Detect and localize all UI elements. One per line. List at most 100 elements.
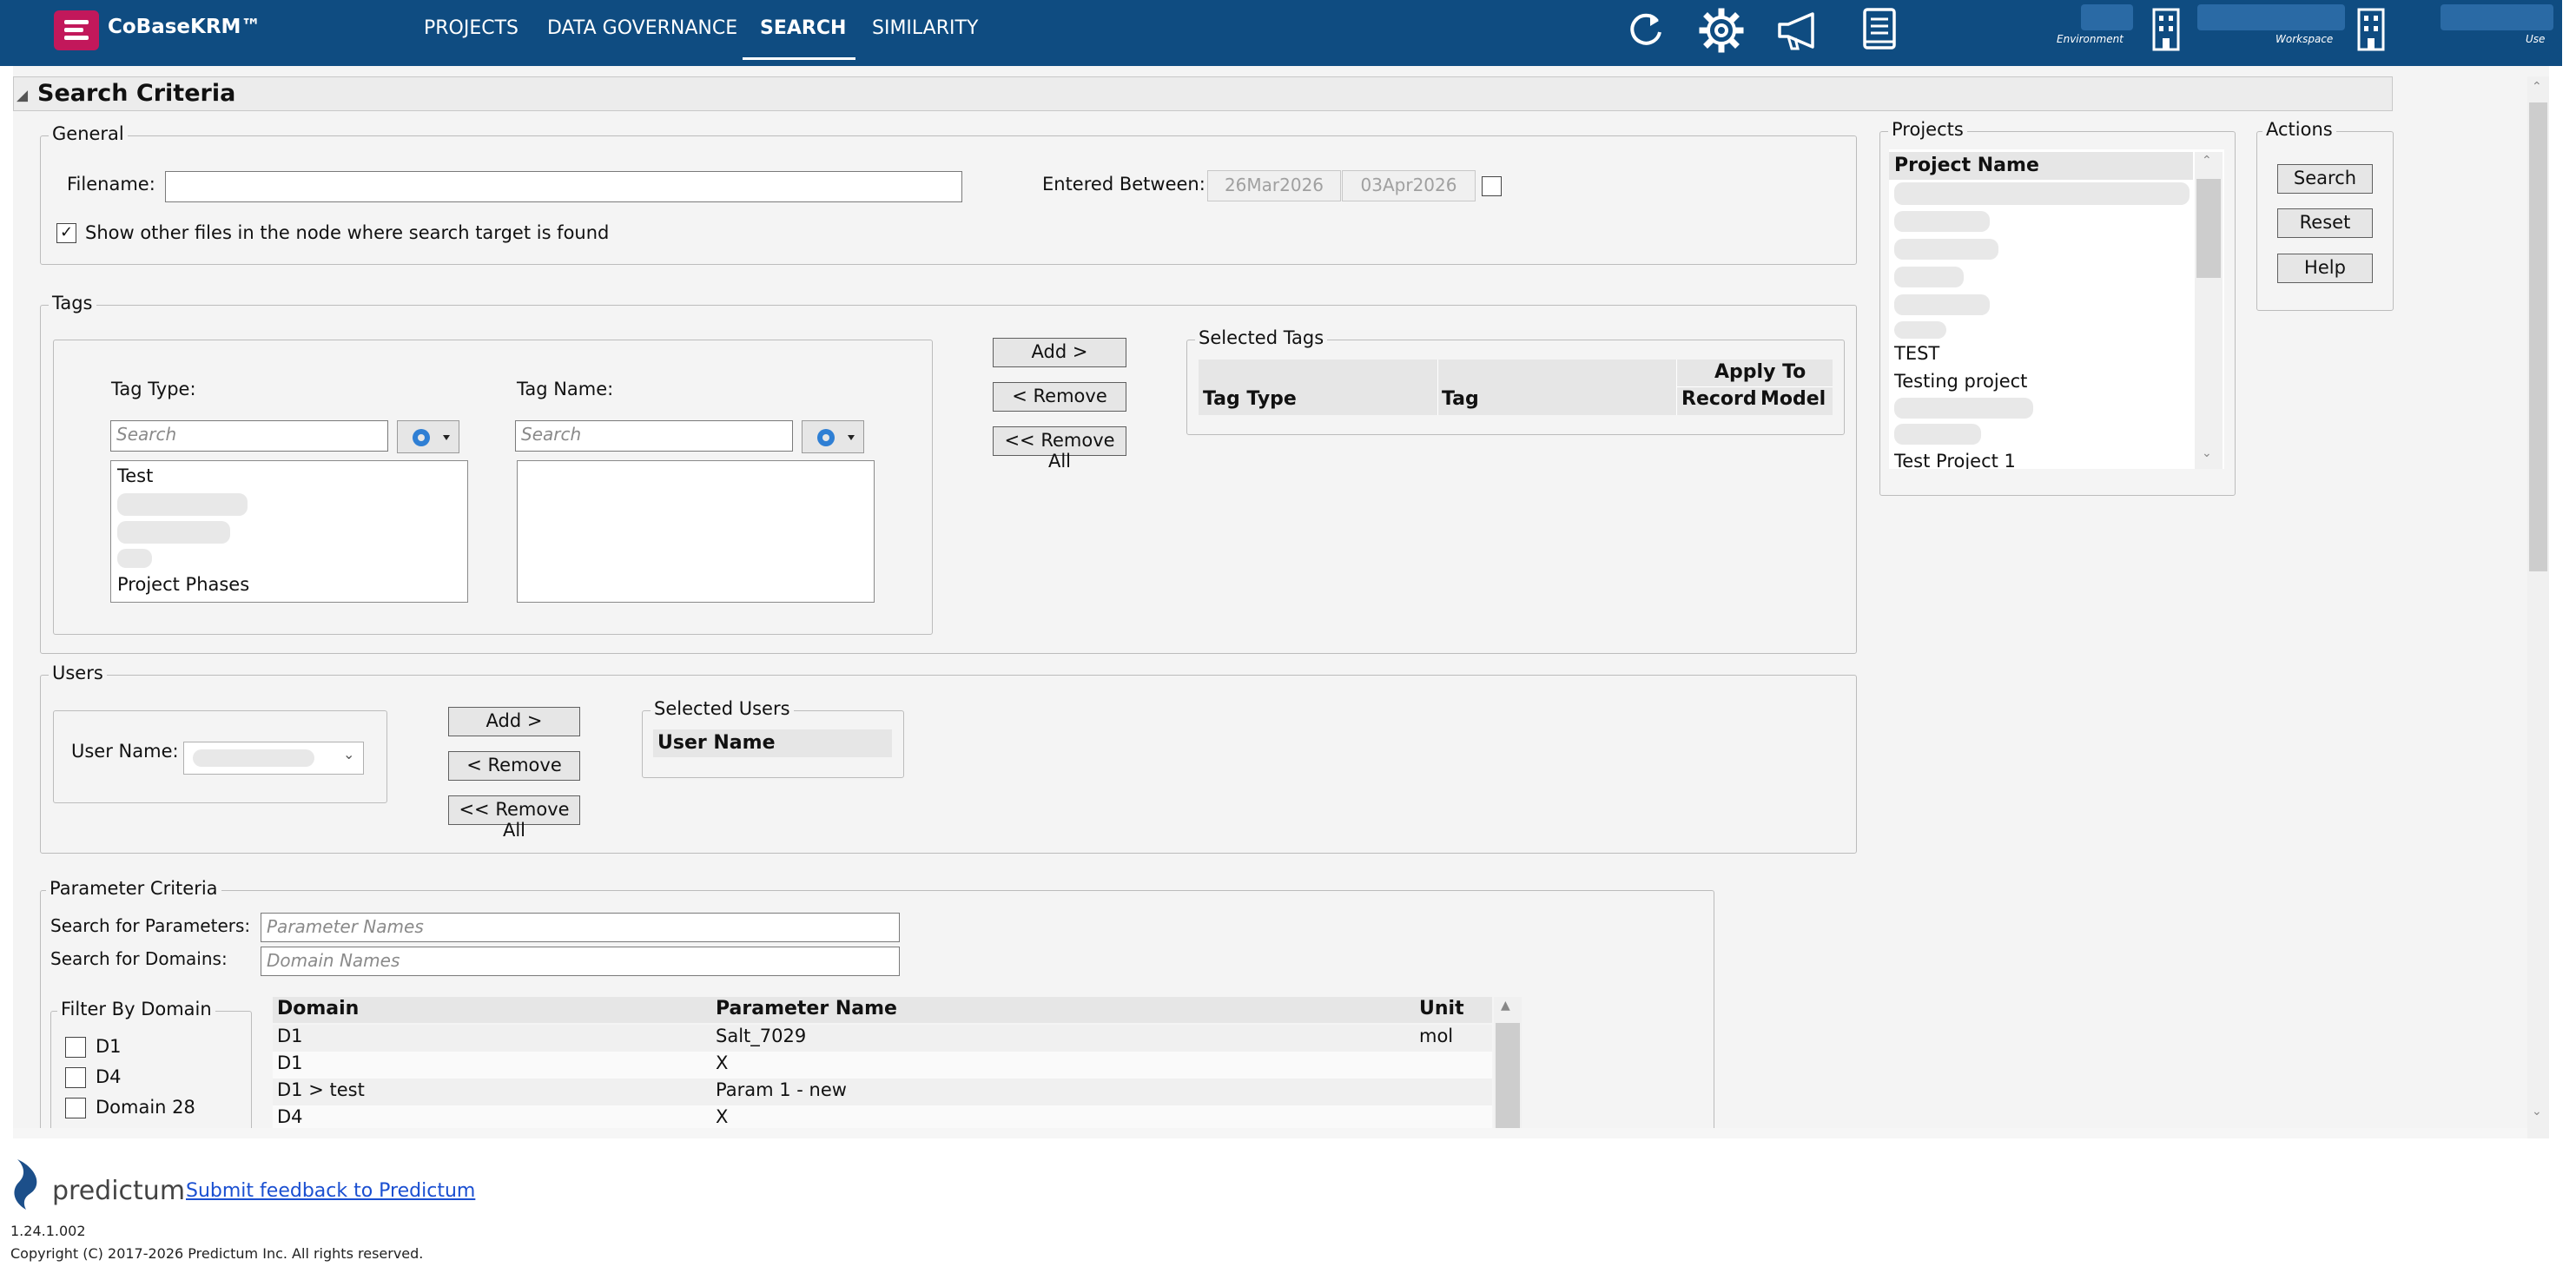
nav-data-governance[interactable]: DATA GOVERNANCE [547,17,737,39]
redacted-project [1894,398,2033,419]
filter-by-domain-legend: Filter By Domain [57,999,215,1019]
feedback-link[interactable]: Submit feedback to Predictum [186,1180,475,1202]
tags-add-button[interactable]: Add > [993,338,1126,367]
scroll-down-icon[interactable]: ⌄ [2202,446,2212,460]
date-from-input[interactable]: 26Mar2026 [1207,170,1341,201]
refresh-icon[interactable] [1624,9,1668,52]
row-domain: D1 [277,1052,303,1073]
col-record[interactable]: Record [1681,388,1757,410]
selected-tags-legend: Selected Tags [1195,327,1328,348]
tag-type-options-button[interactable] [397,420,459,453]
scroll-up-icon[interactable]: ⌃ [2532,80,2542,94]
tag-name-list[interactable] [517,460,875,603]
building-icon[interactable] [2355,7,2387,52]
predictum-logo-icon [10,1158,45,1211]
redacted-project [1894,267,1964,287]
scrollbar-thumb[interactable] [2529,102,2547,571]
tag-type-item[interactable]: Test [117,465,153,486]
table-row[interactable] [273,1079,1492,1105]
gear-icon[interactable] [1698,7,1745,54]
help-button[interactable]: Help [2277,254,2373,283]
megaphone-icon[interactable] [1774,9,1826,52]
scrollbar-thumb[interactable] [2196,179,2221,278]
column-divider [1676,360,1677,415]
users-remove-button[interactable]: < Remove [448,751,580,781]
tag-name-options-button[interactable] [802,420,864,453]
redacted-project [1894,294,1990,315]
search-params-label: Search for Parameters: [50,915,251,936]
row-param: Param 1 - new [716,1079,847,1100]
domain-filter-label: D1 [96,1036,122,1057]
nav-search[interactable]: SEARCH [760,17,846,39]
col-model[interactable]: Model [1760,388,1826,410]
col-project-name[interactable]: Project Name [1894,155,2039,176]
domain-filter-checkbox[interactable] [65,1098,86,1118]
parameter-criteria-legend: Parameter Criteria [46,878,221,899]
col-unit[interactable]: Unit [1419,998,1464,1019]
scroll-up-icon[interactable]: ▲ [1501,999,1510,1013]
tag-name-search-input[interactable]: Search [515,420,793,452]
book-icon[interactable] [1860,7,1899,52]
date-range-checkbox[interactable] [1482,176,1502,196]
col-tag-type[interactable]: Tag Type [1203,388,1297,410]
row-domain: D1 > test [277,1079,365,1100]
filename-label: Filename: [67,174,155,195]
redacted-project [1894,211,1990,232]
general-legend: General [49,123,128,144]
user-label: Use [2526,33,2546,45]
page-horizontal-scrollbar[interactable] [13,1128,2527,1138]
reset-button[interactable]: Reset [2277,208,2373,238]
project-item[interactable]: Testing project [1894,371,2027,392]
tags-remove-all-button[interactable]: << Remove All [993,426,1126,472]
users-remove-all-button[interactable]: << Remove All [448,795,580,841]
row-domain: D4 [277,1106,303,1127]
users-legend: Users [49,663,107,683]
version-text: 1.24.1.002 [10,1223,86,1239]
redacted-project [1894,239,1998,260]
search-domains-input[interactable]: Domain Names [261,947,900,976]
show-other-files-checkbox[interactable]: ✓ [56,223,76,243]
user-name[interactable] [2441,4,2553,30]
domain-filter-checkbox[interactable] [65,1037,86,1058]
nav-similarity[interactable]: SIMILARITY [872,17,978,39]
col-user-name[interactable]: User Name [657,732,776,754]
app-brand: CoBaseKRM™ [108,16,261,38]
copyright-text: Copyright (C) 2017-2026 Predictum Inc. A… [10,1245,424,1262]
row-param: X [716,1106,729,1127]
filename-input[interactable] [165,171,962,202]
table-row[interactable] [273,1052,1492,1079]
scroll-down-icon[interactable]: ⌄ [2532,1105,2542,1118]
redacted-item [117,493,248,516]
gear-icon [413,429,450,446]
scroll-up-icon[interactable]: ⌃ [2202,154,2212,168]
building-icon[interactable] [2150,7,2182,52]
search-criteria-header[interactable] [13,76,2393,111]
col-domain[interactable]: Domain [277,998,359,1019]
cobase-logo-icon[interactable] [54,10,99,50]
scrollbar-thumb[interactable] [1496,1023,1520,1138]
tags-remove-button[interactable]: < Remove [993,382,1126,412]
project-item[interactable]: TEST [1894,343,1939,364]
row-unit: mol [1419,1026,1454,1046]
date-to-input[interactable]: 03Apr2026 [1342,170,1476,201]
users-add-button[interactable]: Add > [448,707,580,736]
projects-legend: Projects [1888,119,1967,140]
selected-users-legend: Selected Users [651,698,794,719]
nav-projects[interactable]: PROJECTS [424,17,519,39]
entered-between-label: Entered Between: [1042,174,1205,195]
tag-type-item[interactable]: Project Phases [117,574,249,595]
col-tag[interactable]: Tag [1442,388,1479,410]
collapse-caret-icon[interactable]: ◢ [17,87,28,104]
page-title: Search Criteria [37,80,236,107]
tag-type-search-input[interactable]: Search [110,420,388,452]
row-param: Salt_7029 [716,1026,807,1046]
search-button[interactable]: Search [2277,164,2373,194]
row-param: X [716,1052,729,1073]
search-params-input[interactable]: Parameter Names [261,913,900,942]
col-parameter-name[interactable]: Parameter Name [716,998,897,1019]
column-divider [1437,360,1438,415]
domain-filter-checkbox[interactable] [65,1067,86,1088]
user-name-dropdown[interactable]: ⌄ [183,742,364,775]
table-row[interactable] [273,1025,1492,1052]
project-item[interactable]: Test Project 1 [1894,451,2016,469]
